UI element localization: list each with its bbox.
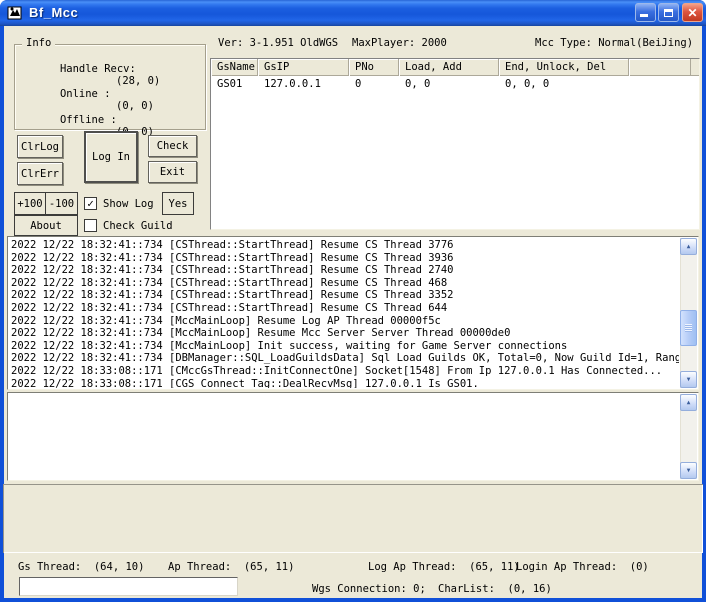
log-lines: 2022 12/22 18:32:41::734 [CSThread::Star… <box>11 239 679 388</box>
scroll-up-button[interactable]: ▲ <box>680 238 697 255</box>
handle-recv-value: (28, 0) <box>116 75 160 87</box>
mcc-type-label: Mcc Type: Normal(BeiJing) <box>535 37 693 49</box>
table-header: GsName GsIP PNo Load, Add End, Unlock, D… <box>211 59 699 76</box>
check-button[interactable]: Check <box>148 135 197 157</box>
log-line: 2022 12/22 18:32:41::734 [CSThread::Star… <box>11 302 679 315</box>
clrlog-button[interactable]: ClrLog <box>17 135 63 158</box>
scroll-up-icon: ▲ <box>687 400 691 406</box>
online-label: Online : <box>60 88 111 100</box>
gs-thread-status: Gs Thread: (64, 10) <box>18 561 144 573</box>
table-body: GS01 127.0.0.1 0 0, 0 0, 0, 0 <box>211 77 699 229</box>
column-header-pno[interactable]: PNo <box>349 59 399 76</box>
log-output[interactable]: 2022 12/22 18:32:41::734 [CSThread::Star… <box>7 236 699 390</box>
app-icon <box>7 5 23 21</box>
cell-load-add: 0, 0 <box>399 77 499 92</box>
maxplayer-label: MaxPlayer: 2000 <box>352 37 447 49</box>
log-line: 2022 12/22 18:32:41::734 [MccMainLoop] I… <box>11 340 679 353</box>
version-label: Ver: 3-1.951 OldWGS <box>218 37 338 49</box>
column-header-gsname[interactable]: GsName <box>211 59 258 76</box>
handle-recv-label: Handle Recv: <box>60 63 136 75</box>
log-line: 2022 12/22 18:32:41::734 [CSThread::Star… <box>11 239 679 252</box>
scroll-up-button[interactable]: ▲ <box>680 394 697 411</box>
maximize-button[interactable] <box>658 3 679 22</box>
error-log-output[interactable]: ▲ ▼ <box>7 392 699 481</box>
cell-pno: 0 <box>349 77 399 92</box>
plus100-button[interactable]: +100 <box>14 192 46 215</box>
scroll-down-button[interactable]: ▼ <box>680 462 697 479</box>
table-row[interactable]: GS01 127.0.0.1 0 0, 0 0, 0, 0 <box>211 77 699 92</box>
cell-gsip: 127.0.0.1 <box>258 77 349 92</box>
info-groupbox-label: Info <box>22 37 55 49</box>
log-line: 2022 12/22 18:32:41::734 [CSThread::Star… <box>11 289 679 302</box>
log-ap-thread-status: Log Ap Thread: (65, 11) <box>368 561 520 573</box>
ap-thread-status: Ap Thread: (65, 11) <box>168 561 294 573</box>
window-controls: ✕ <box>635 3 703 22</box>
clrerr-button[interactable]: ClrErr <box>17 162 63 185</box>
app-window: Bf_Mcc ✕ Info Handle Recv: (28, 0) Onlin… <box>0 0 706 602</box>
login-button[interactable]: Log In <box>84 131 138 183</box>
show-log-label: Show Log <box>103 198 154 210</box>
window-title: Bf_Mcc <box>29 5 78 20</box>
command-input[interactable] <box>19 577 238 596</box>
close-icon: ✕ <box>687 7 697 19</box>
cell-end-unlock-del: 0, 0, 0 <box>499 77 629 92</box>
log-line: 2022 12/22 18:33:08::171 [CGS_Connect_Ta… <box>11 378 679 388</box>
info-groupbox: Info Handle Recv: (28, 0) Online : (0, 0… <box>14 44 206 130</box>
checkmark-icon: ✓ <box>87 198 94 209</box>
column-header-end-unlock-del[interactable]: End, Unlock, Del <box>499 59 629 76</box>
log-line: 2022 12/22 18:32:41::734 [CSThread::Star… <box>11 252 679 265</box>
scroll-down-button[interactable]: ▼ <box>680 371 697 388</box>
scroll-down-icon: ▼ <box>687 468 691 474</box>
minimize-button[interactable] <box>635 3 656 22</box>
charlist-status: CharList: (0, 16) <box>438 583 552 595</box>
log-line: 2022 12/22 18:32:41::734 [DBManager::SQL… <box>11 352 679 365</box>
offline-label: Offline : <box>60 114 117 126</box>
scroll-up-icon: ▲ <box>687 244 691 250</box>
cell-gsname: GS01 <box>211 77 258 92</box>
minus100-button[interactable]: -100 <box>45 192 78 215</box>
log-line: 2022 12/22 18:32:41::734 [MccMainLoop] R… <box>11 315 679 328</box>
title-bar[interactable]: Bf_Mcc ✕ <box>0 0 706 26</box>
online-value: (0, 0) <box>116 100 154 112</box>
log-line: 2022 12/22 18:32:41::734 [CSThread::Star… <box>11 264 679 277</box>
log-line: 2022 12/22 18:32:41::734 [CSThread::Star… <box>11 277 679 290</box>
about-button[interactable]: About <box>14 215 78 236</box>
scroll-thumb[interactable] <box>680 310 697 346</box>
log-scrollbar[interactable]: ▲ ▼ <box>680 238 697 388</box>
column-header-load-add[interactable]: Load, Add <box>399 59 499 76</box>
show-log-checkbox[interactable]: ✓ <box>84 197 97 210</box>
check-guild-checkbox[interactable] <box>84 219 97 232</box>
scroll-down-icon: ▼ <box>687 377 691 383</box>
column-header-gsip[interactable]: GsIP <box>258 59 349 76</box>
log-line: 2022 12/22 18:32:41::734 [MccMainLoop] R… <box>11 327 679 340</box>
check-guild-label: Check Guild <box>103 220 173 232</box>
close-button[interactable]: ✕ <box>682 3 703 22</box>
error-log-lines <box>11 395 679 479</box>
error-log-scrollbar[interactable]: ▲ ▼ <box>680 394 697 479</box>
log-line: 2022 12/22 18:33:08::171 [CMccGsThread::… <box>11 365 679 378</box>
wgs-connection-status: Wgs Connection: 0; <box>312 583 426 595</box>
maximize-icon <box>664 9 673 17</box>
bottom-panel <box>3 484 703 553</box>
minimize-icon <box>640 14 648 17</box>
column-header-blank[interactable] <box>629 59 691 76</box>
yes-button[interactable]: Yes <box>162 192 194 215</box>
game-server-table: GsName GsIP PNo Load, Add End, Unlock, D… <box>210 58 700 230</box>
login-ap-thread-status: Login Ap Thread: (0) <box>516 561 649 573</box>
exit-button[interactable]: Exit <box>148 161 197 183</box>
